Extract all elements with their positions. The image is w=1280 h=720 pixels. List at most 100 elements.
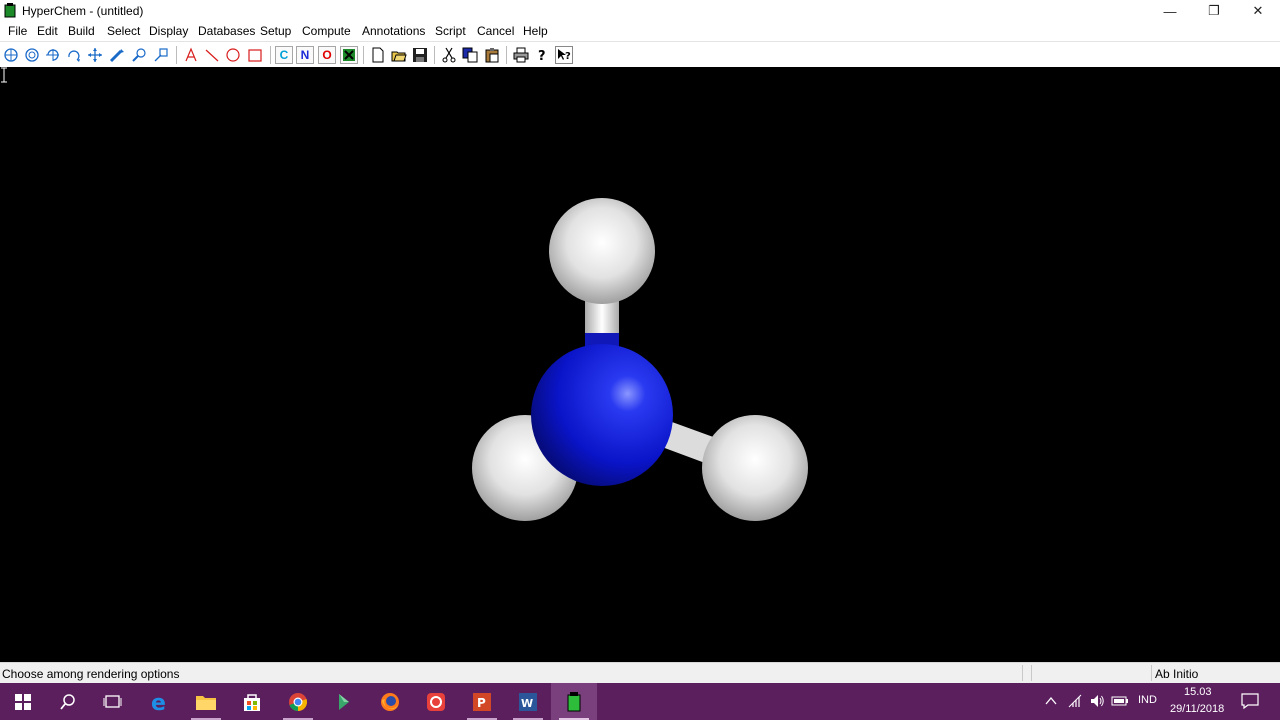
file-explorer-button[interactable] — [183, 683, 229, 720]
help-icon[interactable]: ? — [534, 46, 552, 64]
translate-icon[interactable] — [86, 46, 104, 64]
toolbar-separator — [506, 46, 507, 64]
menu-compute[interactable]: Compute — [301, 24, 352, 38]
rotate-in-plane-icon[interactable] — [44, 46, 62, 64]
notification-icon[interactable] — [1241, 693, 1259, 709]
svg-text:?: ? — [538, 49, 546, 63]
close-button[interactable]: ✕ — [1236, 0, 1280, 22]
save-icon[interactable] — [411, 46, 429, 64]
draw-icon[interactable] — [108, 46, 126, 64]
clock-time[interactable]: 15.03 — [1184, 686, 1212, 698]
cut-icon[interactable] — [440, 46, 458, 64]
svg-text:W: W — [521, 697, 533, 710]
menu-file[interactable]: File — [7, 24, 28, 38]
new-file-icon[interactable] — [369, 46, 387, 64]
hydrogen-atom-top — [549, 198, 655, 304]
firefox-button[interactable] — [367, 683, 413, 720]
edge-button[interactable]: e — [137, 683, 183, 720]
task-view-icon — [103, 694, 122, 708]
print-icon[interactable] — [512, 46, 530, 64]
menu-edit[interactable]: Edit — [36, 24, 59, 38]
zoom-icon[interactable] — [130, 46, 148, 64]
status-bar: Choose among rendering options Ab Initio — [0, 662, 1280, 684]
word-button[interactable]: W — [505, 683, 551, 720]
edge-icon: e — [151, 691, 166, 713]
menu-setup[interactable]: Setup — [259, 24, 292, 38]
windows-start-icon — [15, 693, 31, 710]
clock-date[interactable]: 29/11/2018 — [1170, 703, 1224, 715]
status-message: Choose among rendering options — [2, 667, 180, 681]
svg-text:e: e — [151, 691, 166, 713]
menu-display[interactable]: Display — [148, 24, 189, 38]
language-indicator[interactable]: IND — [1138, 694, 1157, 706]
context-help-icon[interactable]: ? — [555, 46, 573, 64]
maximize-button[interactable]: ❐ — [1192, 0, 1236, 22]
word-icon: W — [519, 692, 537, 711]
battery-icon[interactable] — [1111, 694, 1129, 708]
red-app-icon — [427, 692, 445, 711]
menu-databases[interactable]: Databases — [197, 24, 256, 38]
bond-top-white — [585, 301, 619, 335]
z-clip-icon[interactable] — [152, 46, 170, 64]
menu-script[interactable]: Script — [434, 24, 467, 38]
rotate-z-icon[interactable] — [65, 46, 83, 64]
ammonia-molecule — [472, 198, 808, 521]
toolbar-separator — [363, 46, 364, 64]
search-icon — [60, 693, 75, 710]
toolbar: C N O ? ? — [0, 41, 1280, 69]
menu-cancel[interactable]: Cancel — [476, 24, 515, 38]
menu-bar: File Edit Build Select Display Databases… — [0, 22, 1280, 41]
network-icon[interactable] — [1067, 693, 1083, 709]
menu-help[interactable]: Help — [522, 24, 549, 38]
open-file-icon[interactable] — [390, 46, 408, 64]
calculation-method: Ab Initio — [1155, 667, 1199, 681]
paste-icon[interactable] — [483, 46, 501, 64]
rectangle-annotation-icon[interactable] — [246, 46, 264, 64]
chrome-button[interactable] — [275, 683, 321, 720]
toolbar-separator — [176, 46, 177, 64]
chevron-up-icon[interactable] — [1045, 695, 1057, 707]
hyperchem-taskbar-button[interactable] — [551, 683, 597, 720]
menu-select[interactable]: Select — [106, 24, 141, 38]
text-annotation-icon[interactable] — [182, 46, 200, 64]
hydrogen-atom-right — [702, 415, 808, 521]
carbon-element-button[interactable]: C — [275, 46, 293, 64]
start-button[interactable] — [0, 683, 46, 720]
ellipse-annotation-icon[interactable] — [224, 46, 242, 64]
store-button[interactable] — [229, 683, 275, 720]
molecule-workspace[interactable] — [0, 67, 1280, 662]
minimize-button[interactable]: — — [1148, 0, 1192, 22]
store-icon — [244, 693, 260, 711]
select-icon[interactable] — [2, 46, 20, 64]
periodic-table-icon[interactable] — [340, 46, 358, 64]
firefox-icon — [381, 692, 399, 711]
menu-build[interactable]: Build — [67, 24, 96, 38]
copy-icon[interactable] — [461, 46, 479, 64]
line-annotation-icon[interactable] — [203, 46, 221, 64]
powerpoint-button[interactable]: P — [459, 683, 505, 720]
volume-icon[interactable] — [1089, 693, 1105, 709]
oxygen-element-button[interactable]: O — [318, 46, 336, 64]
chrome-icon — [289, 692, 308, 711]
nitrogen-atom — [531, 344, 673, 486]
toolbar-separator — [270, 46, 271, 64]
file-explorer-icon — [196, 695, 216, 710]
status-divider — [1022, 665, 1023, 681]
status-divider — [1031, 665, 1032, 681]
menu-annotations[interactable]: Annotations — [361, 24, 426, 38]
taskbar: e P W IND 15.03 29/11/2018 — [0, 683, 1280, 720]
rotate-out-of-plane-icon[interactable] — [23, 46, 41, 64]
toolbar-separator — [434, 46, 435, 64]
nitrogen-element-button[interactable]: N — [296, 46, 314, 64]
app-icon — [339, 693, 349, 710]
hyperchem-icon — [567, 691, 581, 711]
red-app-button[interactable] — [413, 683, 459, 720]
text-cursor-icon — [1, 67, 7, 83]
window-title: HyperChem - (untitled) — [22, 4, 144, 18]
app-button[interactable] — [321, 683, 367, 720]
powerpoint-icon: P — [473, 692, 491, 711]
task-view-button[interactable] — [90, 683, 136, 720]
hyperchem-app-icon — [4, 3, 16, 18]
title-bar: HyperChem - (untitled) — ❐ ✕ — [0, 0, 1280, 22]
search-button[interactable] — [45, 683, 91, 720]
